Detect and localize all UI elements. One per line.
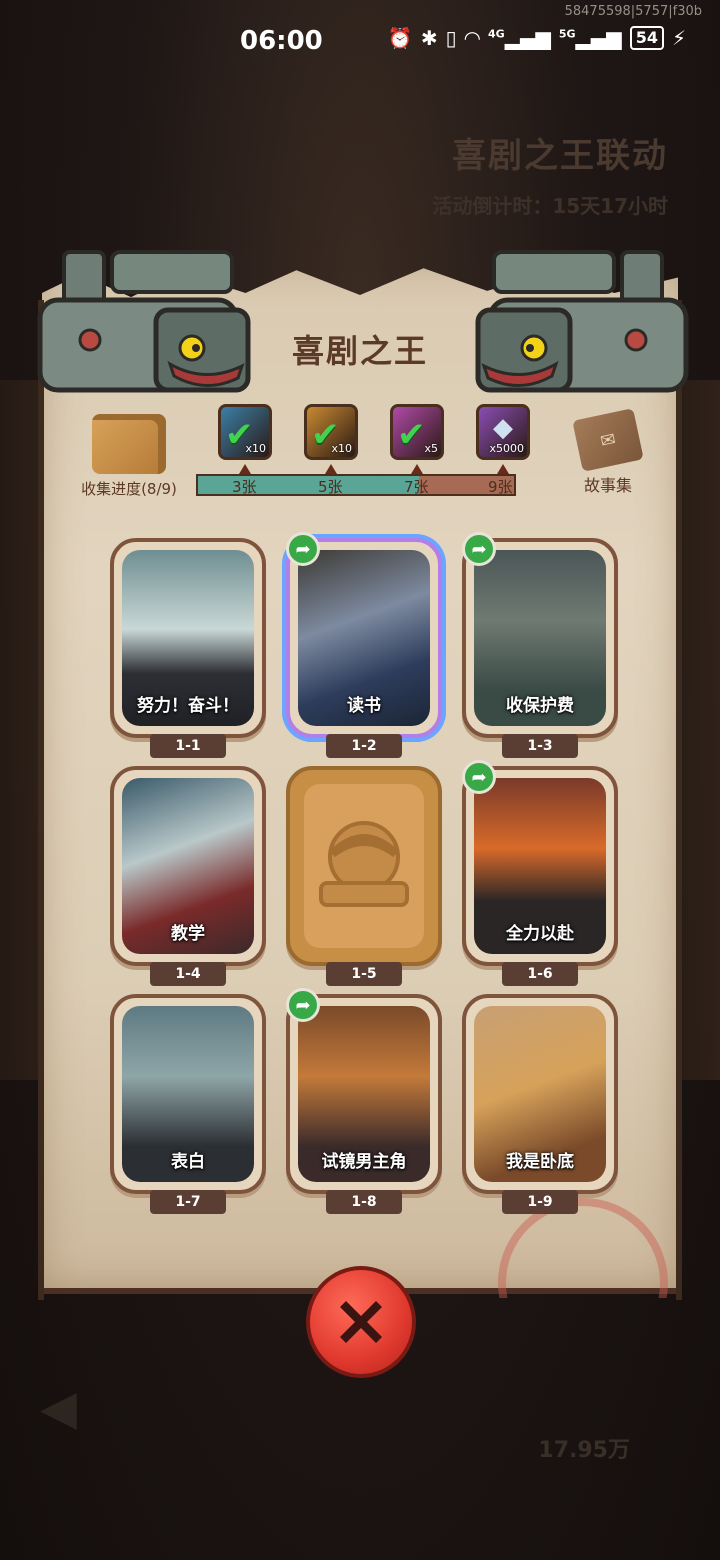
story-card-number: 1-4	[150, 962, 226, 986]
story-card[interactable]: 收保护费	[462, 538, 618, 738]
storybook-icon: ✉	[572, 408, 644, 472]
story-card-number: 1-1	[150, 734, 226, 758]
story-card-label: 全力以赴	[506, 924, 574, 944]
storybook-button[interactable]: ✉ 故事集	[568, 408, 648, 496]
alarm-icon: ⏰	[387, 26, 413, 50]
milestone-marker-icon	[411, 464, 423, 474]
story-card[interactable]: 读书	[286, 538, 442, 738]
story-card[interactable]	[286, 766, 442, 966]
story-card-number: 1-8	[326, 1190, 402, 1214]
camera-mascot-icon	[475, 250, 689, 393]
share-arrow-icon[interactable]: ➦	[286, 532, 320, 566]
status-time: 06:00	[240, 26, 323, 56]
status-device-id: 58475598|5757|f30b	[564, 4, 702, 19]
story-card-number: 1-9	[502, 1190, 578, 1214]
story-card-number: 1-3	[502, 734, 578, 758]
story-card[interactable]: 教学	[110, 766, 266, 966]
close-button[interactable]	[306, 1266, 416, 1378]
close-x-icon	[340, 1301, 382, 1343]
collection-progress[interactable]: 收集进度(8/9)	[74, 414, 184, 499]
story-card-label: 努力！奋斗！	[137, 696, 239, 716]
story-card-number: 1-2	[326, 734, 402, 758]
milestone-marker-icon	[325, 464, 337, 474]
card-stack-icon	[92, 414, 166, 474]
reward-qty: x10	[331, 442, 352, 455]
charging-icon: ⚡	[671, 26, 686, 50]
story-card-art: 全力以赴	[474, 778, 606, 954]
background-bottom-value: 17.95万	[538, 1438, 630, 1463]
story-card[interactable]: 全力以赴	[462, 766, 618, 966]
crystal-icon: ◆	[493, 413, 513, 443]
share-arrow-icon[interactable]: ➦	[286, 988, 320, 1022]
story-card-label: 收保护费	[506, 696, 574, 716]
locked-card-silhouette-icon	[304, 784, 424, 948]
signal-icon: 4G▂▄▆	[488, 26, 551, 50]
background-back-arrow-icon: ◀	[40, 1380, 77, 1436]
story-card-number: 1-7	[150, 1190, 226, 1214]
story-card-art: 表白	[122, 1006, 254, 1182]
battery-icon: 54	[629, 26, 664, 50]
story-card-number: 1-5	[326, 962, 402, 986]
story-card-art: 我是卧底	[474, 1006, 606, 1182]
status-bar: 06:00 58475598|5757|f30b ⏰ ✱ ▯ ◠ 4G▂▄▆ 5…	[0, 0, 720, 84]
story-card[interactable]: 我是卧底	[462, 994, 618, 1194]
reward-qty: x5000	[489, 442, 524, 455]
share-arrow-icon[interactable]: ➦	[462, 532, 496, 566]
reward-crystal-4[interactable]: ◆ x5000	[476, 404, 530, 460]
claimed-check-icon: ✔	[397, 415, 426, 455]
bluetooth-icon: ✱	[420, 26, 438, 50]
reward-track: ✔ x10 ✔ x10 ✔ x5 ◆ x5000 3张 5张 7张 9张	[196, 402, 530, 502]
story-card-label: 读书	[347, 696, 381, 716]
story-card-art: 读书	[298, 550, 430, 726]
reward-chest-1[interactable]: ✔ x10	[218, 404, 272, 460]
story-card-label: 我是卧底	[506, 1152, 574, 1172]
story-card[interactable]: 试镜男主角	[286, 994, 442, 1194]
story-card-label: 试镜男主角	[321, 1152, 407, 1172]
reward-orb-3[interactable]: ✔ x5	[390, 404, 444, 460]
storybook-label: 故事集	[583, 476, 632, 495]
collection-progress-label: 收集进度(8/9)	[81, 480, 177, 498]
story-card-label: 表白	[171, 1152, 205, 1172]
reward-qty: x10	[245, 442, 266, 455]
story-card-art: 试镜男主角	[298, 1006, 430, 1182]
background-event-title: 喜剧之王联动	[452, 136, 668, 176]
milestone-label: 5张	[318, 478, 343, 496]
background-countdown: 活动倒计时：15天17小时	[432, 194, 668, 218]
vibrate-icon: ▯	[445, 26, 457, 50]
reward-chest-2[interactable]: ✔ x10	[304, 404, 358, 460]
wifi-icon: ◠	[464, 26, 480, 50]
story-card-number: 1-6	[502, 962, 578, 986]
signal-icon: 5G▂▄▆	[558, 26, 622, 50]
milestone-label: 3张	[232, 478, 257, 496]
milestone-label: 7张	[404, 478, 429, 496]
reward-qty: x5	[424, 442, 438, 455]
story-card[interactable]: 表白	[110, 994, 266, 1194]
story-card-art: 收保护费	[474, 550, 606, 726]
story-card-art: 教学	[122, 778, 254, 954]
story-card-label: 教学	[171, 924, 205, 944]
panel-title: 喜剧之王	[291, 332, 428, 370]
milestone-marker-icon	[497, 464, 509, 474]
status-icons: ⏰ ✱ ▯ ◠ 4G▂▄▆ 5G▂▄▆ 54 ⚡	[388, 26, 686, 50]
story-card[interactable]: 努力！奋斗！	[110, 538, 266, 738]
share-arrow-icon[interactable]: ➦	[462, 760, 496, 794]
milestone-label: 9张	[488, 478, 513, 496]
story-card-art: 努力！奋斗！	[122, 550, 254, 726]
camera-mascot-icon	[37, 250, 251, 393]
milestone-marker-icon	[239, 464, 251, 474]
